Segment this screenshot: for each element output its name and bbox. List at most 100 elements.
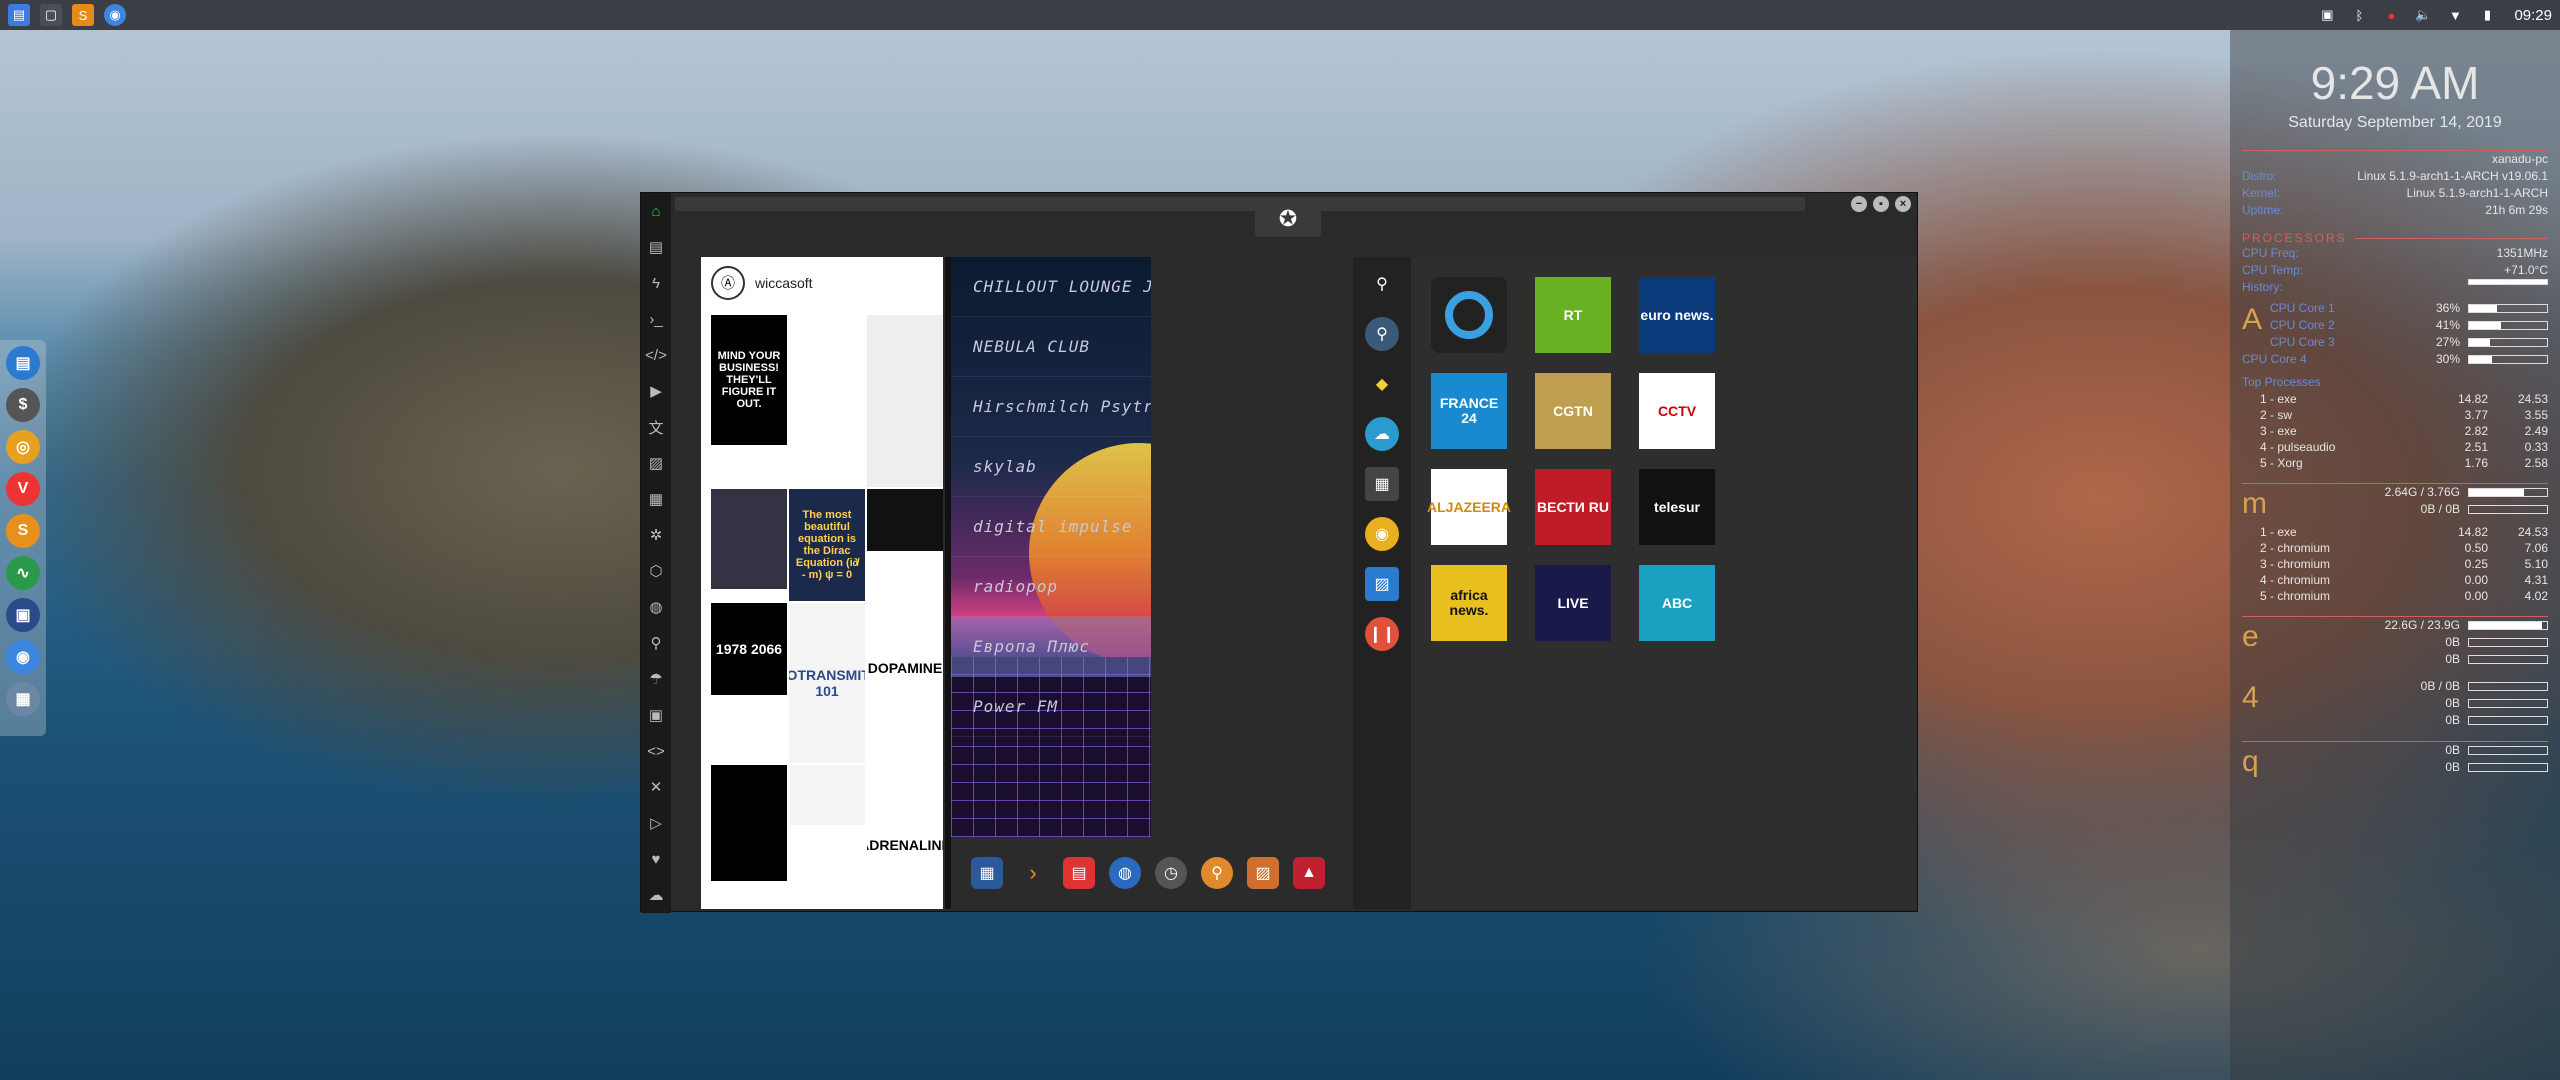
channel-tile[interactable]: africa news. (1431, 565, 1507, 641)
distro-row: Distro: Linux 5.1.9-arch1-1-ARCH v19.06.1 (2242, 169, 2548, 183)
globe-icon[interactable]: ◍ (1109, 857, 1141, 889)
channel-tile[interactable]: CCTV (1639, 373, 1715, 449)
username[interactable]: wiccasoft (755, 275, 813, 291)
heart-icon[interactable]: ♥ (645, 847, 667, 871)
post-tile[interactable]: ADRENALINE (867, 765, 943, 909)
search-icon[interactable]: ⚲ (645, 631, 667, 655)
station-item[interactable]: Европа Плюс (951, 617, 1151, 677)
clock-icon[interactable]: ◷ (1155, 857, 1187, 889)
tv-channel-grid: RT euro news. FRANCE 24 CGTN CCTV ALJAZEERA ВЕ… (1411, 257, 1917, 909)
post-tile[interactable]: 1978 2066 (711, 603, 787, 695)
station-item[interactable]: CHILLOUT LOUNGE JAZZ (951, 257, 1151, 317)
youtube-icon[interactable]: ▷ (645, 811, 667, 835)
post-tile[interactable]: MIND YOUR BUSINESS! THEY'LL FIGURE IT OU… (711, 315, 787, 445)
document-icon[interactable]: ▤ (645, 235, 667, 259)
chart-icon[interactable]: ▨ (1365, 567, 1399, 601)
bluetooth-icon[interactable]: ᛒ (2348, 4, 2370, 26)
screenshot-icon[interactable]: ▣ (6, 598, 40, 632)
workspace-icon[interactable]: ▦ (6, 682, 40, 716)
cloud-upload-icon[interactable]: ☁ (1365, 417, 1399, 451)
umbrella-icon[interactable]: ☂ (645, 667, 667, 691)
bolt-icon[interactable]: ϟ (645, 271, 667, 295)
post-tile[interactable]: The most beautiful equation is the Dirac… (789, 489, 865, 601)
cpu-cores: A CPU Core 1 36% CPU Core 2 41% CPU Core 3 27… (2242, 300, 2548, 368)
pikachu-icon[interactable]: ◆ (1365, 367, 1399, 401)
radio-tower-icon[interactable]: ⚲ (1365, 317, 1399, 351)
post-tile[interactable]: DOPAMINE (867, 603, 943, 733)
chromium-icon[interactable]: ◉ (6, 640, 40, 674)
arrow-icon[interactable]: › (1017, 857, 1049, 889)
expand-icon[interactable]: ✕ (645, 775, 667, 799)
hexagon-icon[interactable]: ⬡ (645, 559, 667, 583)
image-viewer-icon[interactable]: ▨ (1247, 857, 1279, 889)
satellite-icon[interactable]: ◉ (1365, 517, 1399, 551)
post-tile[interactable]: NEUROTRANSMITTERS 101 (789, 603, 865, 763)
code-icon[interactable]: </> (645, 343, 667, 367)
disk-glyph: e (2242, 620, 2259, 653)
monitor-icon[interactable]: ∿ (6, 556, 40, 590)
station-item[interactable]: NEBULA CLUB (951, 317, 1151, 377)
search-icon[interactable]: ⚲ (1365, 267, 1399, 301)
chromium-icon[interactable]: ◉ (104, 4, 126, 26)
translate-icon[interactable]: 文 (645, 415, 667, 439)
channel-tile[interactable]: LIVE (1535, 565, 1611, 641)
station-item[interactable]: Hirschmilch Psytrance (951, 377, 1151, 437)
ubuntu-ring-icon[interactable]: ◎ (6, 430, 40, 464)
terminal-icon[interactable]: ›_ (645, 307, 667, 331)
minimize-button[interactable]: − (1851, 196, 1867, 212)
files-icon[interactable]: ▤ (8, 4, 30, 26)
close-button[interactable]: × (1895, 196, 1911, 212)
sublime-icon[interactable]: S (6, 514, 40, 548)
globe-icon[interactable]: ◍ (645, 595, 667, 619)
address-bar[interactable] (675, 197, 1805, 211)
app-launcher-icon[interactable]: ▲ (1293, 857, 1325, 889)
post-tile[interactable] (789, 765, 865, 825)
calendar-icon[interactable]: ▤ (1063, 857, 1095, 889)
volume-icon[interactable]: 🔈 (2412, 4, 2434, 26)
station-item[interactable]: Power FM (951, 677, 1151, 737)
cloud-icon[interactable]: ☁ (645, 883, 667, 907)
clapperboard-icon[interactable]: ▦ (1365, 467, 1399, 501)
station-item[interactable]: radiopop (951, 557, 1151, 617)
home-icon[interactable]: ⌂ (645, 199, 667, 223)
wifi-icon[interactable]: ▼ (2444, 4, 2466, 26)
channel-tile[interactable]: FRANCE 24 (1431, 373, 1507, 449)
post-tile[interactable] (711, 765, 787, 881)
contact-icon[interactable]: ▣ (645, 703, 667, 727)
calculator-icon[interactable]: ▦ (971, 857, 1003, 889)
window-icon[interactable]: ▢ (40, 4, 62, 26)
post-tile[interactable] (867, 489, 943, 551)
channel-tile[interactable]: ALJAZEERA (1427, 469, 1511, 545)
post-tile[interactable] (867, 315, 943, 487)
cpu-core-value: 30% (2436, 351, 2548, 368)
panel-clock[interactable]: 09:29 (2514, 7, 2552, 24)
channel-tile[interactable] (1431, 277, 1507, 353)
pause-icon[interactable]: ❙❙ (1365, 617, 1399, 651)
gear-icon[interactable]: ✲ (645, 523, 667, 547)
avatar[interactable]: Ⓐ (711, 266, 745, 300)
channel-tile[interactable]: ВЕСТИ RU (1535, 469, 1611, 545)
maximize-button[interactable]: ▪ (1873, 196, 1889, 212)
search-icon[interactable]: ⚲ (1201, 857, 1233, 889)
channel-tile[interactable]: telesur (1639, 469, 1715, 545)
vivaldi-icon[interactable]: V (6, 472, 40, 506)
cpu-core-bar (2468, 338, 2548, 348)
channel-tile[interactable]: euro news. (1639, 277, 1715, 353)
sublime-icon[interactable]: S (72, 4, 94, 26)
play-icon[interactable]: ▶ (645, 379, 667, 403)
channel-tile[interactable]: CGTN (1535, 373, 1611, 449)
record-icon[interactable]: ● (2380, 4, 2402, 26)
channel-tile[interactable]: RT (1535, 277, 1611, 353)
channel-tile[interactable]: ABC (1639, 565, 1715, 641)
battery-icon[interactable]: ▮ (2476, 4, 2498, 26)
station-item[interactable]: digital impulse (951, 497, 1151, 557)
news-icon[interactable]: ▦ (645, 487, 667, 511)
screenshot-tray-icon[interactable]: ▣ (2316, 4, 2338, 26)
post-tile[interactable] (789, 315, 865, 433)
terminal-icon[interactable]: $ (6, 388, 40, 422)
image-icon[interactable]: ▨ (645, 451, 667, 475)
files-icon[interactable]: ▤ (6, 346, 40, 380)
code-brackets-icon[interactable]: <> (645, 739, 667, 763)
post-tile[interactable] (711, 489, 787, 589)
station-item[interactable]: skylab (951, 437, 1151, 497)
